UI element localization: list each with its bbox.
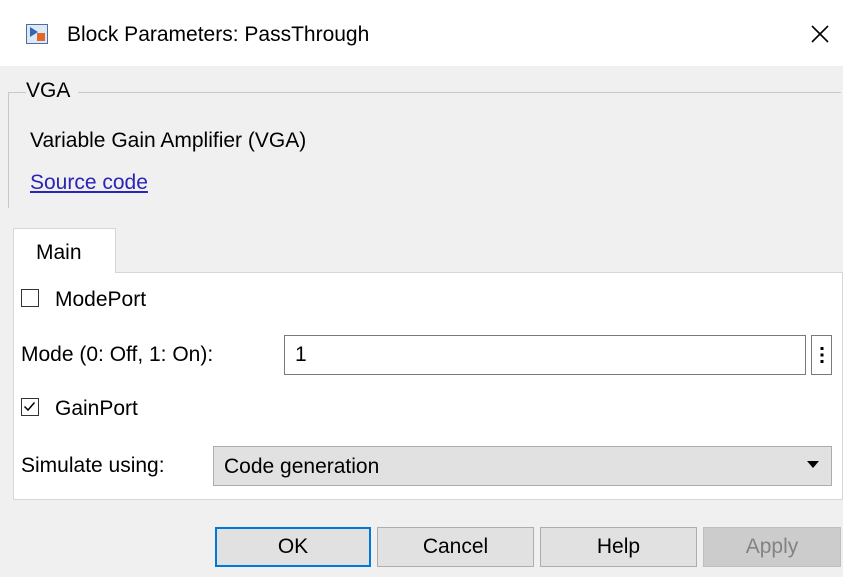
- cancel-button[interactable]: Cancel: [377, 527, 534, 567]
- mode-field[interactable]: 1: [284, 335, 806, 375]
- source-code-link[interactable]: Source code: [30, 170, 148, 196]
- apply-button[interactable]: Apply: [703, 527, 841, 567]
- title-bar: Block Parameters: PassThrough: [0, 0, 843, 66]
- close-icon: [811, 25, 829, 43]
- close-button[interactable]: [800, 14, 840, 54]
- mode-label: Mode (0: Off, 1: On):: [21, 343, 214, 366]
- more-vertical-icon: [820, 347, 823, 363]
- simulate-using-label: Simulate using:: [21, 454, 165, 477]
- modeport-label: ModePort: [55, 288, 147, 311]
- checkmark-icon: [23, 402, 36, 412]
- tab-main[interactable]: Main: [13, 228, 116, 273]
- block-description: Variable Gain Amplifier (VGA): [30, 129, 307, 152]
- chevron-down-icon: [807, 461, 819, 468]
- tab-main-label: Main: [36, 241, 82, 264]
- ok-button[interactable]: OK: [215, 527, 371, 567]
- simulink-block-icon: [26, 24, 48, 44]
- modeport-checkbox[interactable]: [21, 289, 39, 307]
- gainport-label: GainPort: [55, 397, 138, 420]
- simulate-using-dropdown[interactable]: Code generation: [213, 446, 832, 486]
- help-button[interactable]: Help: [540, 527, 697, 567]
- description-group-title: VGA: [26, 78, 79, 104]
- mode-options-button[interactable]: [811, 335, 832, 375]
- gainport-checkbox[interactable]: [21, 398, 39, 416]
- simulate-using-value: Code generation: [224, 455, 380, 478]
- window-title: Block Parameters: PassThrough: [67, 23, 370, 46]
